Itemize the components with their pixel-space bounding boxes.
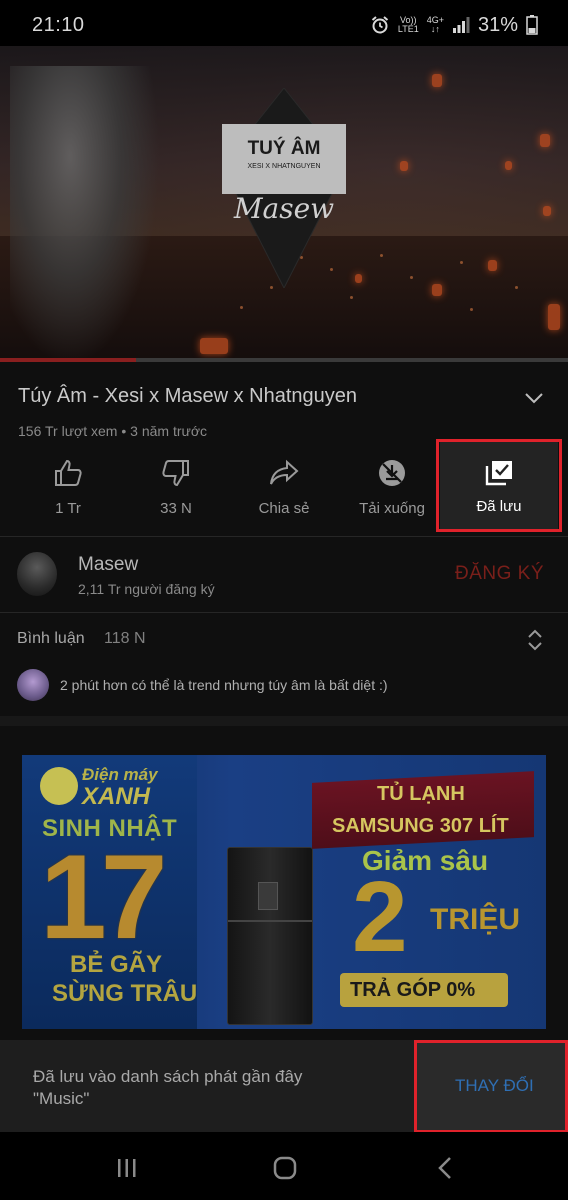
comment-avatar	[17, 669, 49, 701]
ad-brand-top: Điện máy	[82, 765, 158, 784]
lantern	[488, 260, 497, 271]
recent-apps-icon[interactable]	[116, 1157, 138, 1179]
saved-highlight-box	[436, 439, 562, 532]
share-label: Chia sẻ	[258, 500, 310, 517]
lantern	[543, 206, 551, 216]
video-player[interactable]: TUÝ ÂM XESI X NHATNGUYEN Masew	[0, 46, 568, 362]
video-title: Túy Âm - Xesi x Masew x Nhatnguyen	[18, 385, 358, 407]
ad-ribbon-line1: TỦ LẠNH	[377, 783, 465, 805]
channel-avatar[interactable]	[17, 552, 57, 596]
subscribe-button[interactable]: ĐĂNG KÝ	[455, 563, 544, 585]
change-highlight-box	[414, 1040, 568, 1133]
download-off-icon	[379, 460, 405, 486]
ad-discount-unit: TRIỆU	[430, 903, 520, 936]
download-label: Tải xuống	[359, 500, 425, 517]
snackbar-message-line1: Đã lưu vào danh sách phát gần đây	[33, 1067, 303, 1086]
video-logo-subtitle: XESI X NHATNGUYEN	[248, 163, 321, 170]
video-logo-title: TUÝ ÂM	[248, 137, 321, 159]
snackbar-message-line2: "Music"	[33, 1089, 90, 1108]
city-light	[460, 261, 463, 264]
section-separator	[0, 716, 568, 726]
ad-installment: TRẢ GÓP 0%	[350, 979, 476, 1001]
expand-collapse-icon[interactable]	[526, 628, 544, 652]
ad-slogan-line2: SỪNG TRÂU	[52, 980, 198, 1007]
ad-ribbon-line2: SAMSUNG 307 LÍT	[332, 815, 509, 837]
divider	[0, 612, 568, 613]
thumbs-up-icon	[55, 459, 82, 486]
ad-brand-main: XANH	[82, 783, 151, 810]
lantern	[355, 274, 362, 283]
comments-label[interactable]: Bình luận	[17, 630, 85, 648]
fridge-dispenser	[258, 882, 278, 910]
lantern	[505, 161, 512, 170]
divider	[0, 536, 568, 537]
chevron-down-icon[interactable]	[522, 388, 546, 408]
data-arrows-icon: ↓↑	[430, 24, 440, 34]
city-light	[380, 254, 383, 257]
ad-discount-number: 2	[352, 861, 408, 973]
city-light	[470, 308, 473, 311]
video-meta: 156 Tr lượt xem • 3 năm trước	[18, 423, 208, 439]
fridge-image	[227, 847, 313, 1025]
dislike-count: 33 N	[160, 500, 192, 517]
network-label: Vo)) LTE1	[398, 16, 419, 34]
network-type: 4G+ ↓↑	[427, 16, 444, 34]
download-button[interactable]: Tải xuống	[342, 452, 442, 528]
dislike-button[interactable]: 33 N	[126, 452, 226, 528]
fridge-door-split	[228, 920, 312, 922]
top-comment[interactable]: 2 phút hơn có thể là trend nhưng túy âm …	[60, 677, 388, 693]
like-button[interactable]: 1 Tr	[18, 452, 118, 528]
share-button[interactable]: Chia sẻ	[234, 452, 334, 528]
lantern	[200, 338, 228, 354]
city-light	[350, 296, 353, 299]
lantern	[432, 74, 442, 87]
video-logo-script: Masew	[233, 192, 334, 225]
comments-count: 118 N	[104, 630, 146, 647]
alarm-icon	[371, 16, 389, 34]
back-icon[interactable]	[435, 1156, 455, 1180]
thumbs-down-icon	[162, 460, 189, 487]
battery-percent: 31%	[477, 13, 518, 36]
video-progress-bar[interactable]	[0, 358, 568, 362]
video-figure	[10, 66, 160, 362]
city-light	[410, 276, 413, 279]
share-icon	[270, 459, 299, 485]
status-icons: Vo)) LTE1 4G+ ↓↑ 31%	[370, 13, 538, 37]
lantern	[400, 161, 408, 171]
lantern	[548, 304, 560, 330]
home-icon[interactable]	[273, 1156, 297, 1180]
lantern	[432, 284, 442, 296]
network-lte: LTE1	[397, 24, 419, 34]
brand-logo-icon	[40, 767, 78, 805]
ad-number: 17	[40, 830, 168, 964]
lantern	[540, 134, 550, 147]
like-count: 1 Tr	[55, 500, 81, 517]
signal-icon	[452, 17, 470, 33]
video-logo: TUÝ ÂM XESI X NHATNGUYEN Masew	[222, 88, 346, 288]
channel-name[interactable]: Masew	[78, 554, 138, 576]
channel-subscribers: 2,11 Tr người đăng ký	[78, 581, 215, 597]
city-light	[515, 286, 518, 289]
city-light	[240, 306, 243, 309]
ad-banner[interactable]: Điện máy XANH SINH NHẬT 17 BẺ GÃY SỪNG T…	[22, 755, 546, 1029]
battery-icon	[526, 15, 538, 35]
status-time: 21:10	[32, 14, 85, 36]
video-progress-fill	[0, 358, 137, 362]
navigation-bar	[0, 1132, 568, 1200]
ad-slogan-line1: BẺ GÃY	[70, 951, 163, 978]
